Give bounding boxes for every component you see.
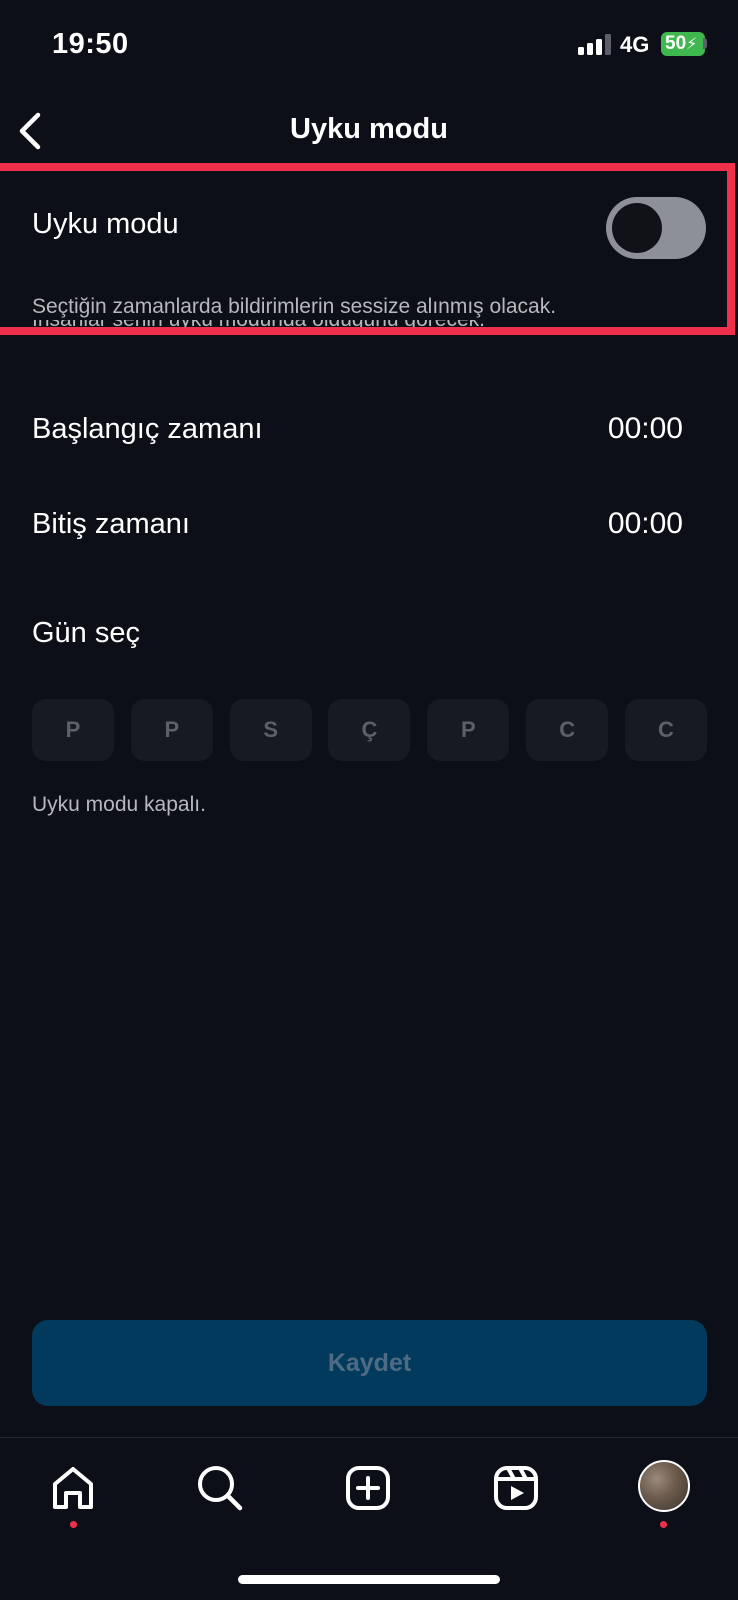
profile-notification-dot (660, 1521, 667, 1528)
search-icon (198, 1466, 243, 1511)
start-time-value[interactable]: 00:00 (608, 412, 683, 446)
tab-search[interactable] (192, 1460, 248, 1516)
sleep-mode-description: Seçtiğin zamanlarda bildirimlerin sessiz… (32, 295, 557, 318)
plus-square-icon (346, 1466, 390, 1510)
day-tuesday[interactable]: P (130, 699, 213, 761)
tab-bar-divider (0, 1437, 738, 1438)
status-time: 19:50 (52, 28, 129, 60)
battery-level: 50 (665, 33, 687, 54)
header: Uyku modu (0, 95, 738, 165)
day-sunday[interactable]: C (624, 699, 707, 761)
profile-avatar[interactable] (638, 1460, 690, 1512)
day-picker: P P S Ç P C C (32, 699, 707, 761)
home-indicator (238, 1575, 500, 1584)
sleep-mode-status: Uyku modu kapalı. (32, 793, 206, 816)
sleep-mode-toggle[interactable] (606, 197, 706, 259)
description-line2-text: İnsanlar senin uyku modunda olduğunu gör… (32, 320, 485, 331)
day-wednesday[interactable]: S (229, 699, 312, 761)
home-icon (53, 1467, 93, 1509)
page-title: Uyku modu (290, 113, 448, 145)
network-type: 4G (620, 32, 650, 57)
start-time-label[interactable]: Başlangıç zamanı (32, 413, 263, 446)
save-button[interactable]: Kaydet (32, 1320, 707, 1406)
day-saturday[interactable]: C (526, 699, 609, 761)
tab-create[interactable] (340, 1460, 396, 1516)
signal-icon (578, 33, 612, 55)
sleep-mode-label: Uyku modu (32, 208, 179, 240)
battery-tail (703, 38, 707, 49)
day-thursday[interactable]: Ç (328, 699, 411, 761)
reels-icon (494, 1466, 538, 1510)
day-friday[interactable]: P (427, 699, 510, 761)
sleep-mode-description-line2: İnsanlar senin uyku modunda olduğunu gör… (32, 320, 592, 336)
day-select-title: Gün seç (32, 617, 140, 649)
end-time-label[interactable]: Bitiş zamanı (32, 508, 190, 541)
battery-icon: 50⚡ (661, 32, 705, 56)
tab-reels[interactable] (488, 1460, 544, 1516)
end-time-value[interactable]: 00:00 (608, 507, 683, 541)
day-monday[interactable]: P (32, 699, 114, 761)
home-notification-dot (70, 1521, 77, 1528)
status-bar: 19:50 4G 50⚡ (0, 0, 738, 90)
tab-home[interactable] (45, 1460, 101, 1516)
toggle-knob (612, 203, 662, 253)
